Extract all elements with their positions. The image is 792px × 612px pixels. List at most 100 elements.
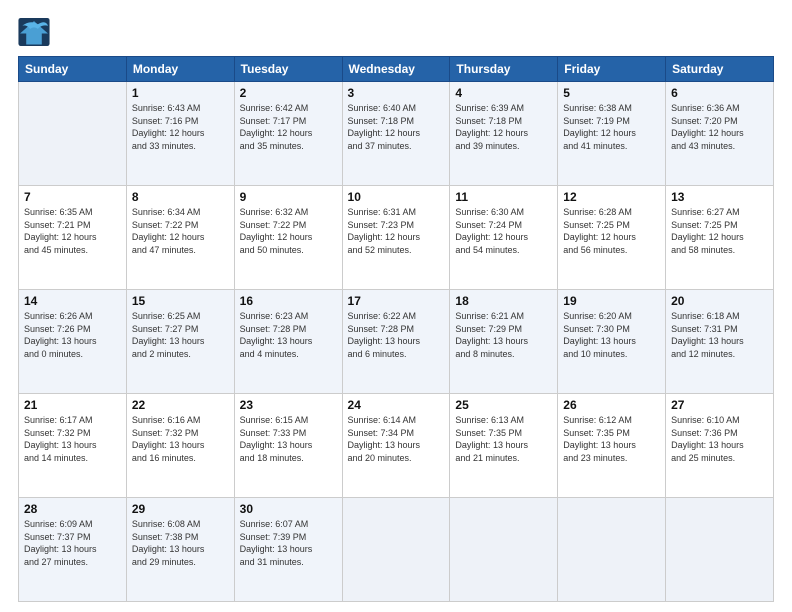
calendar-week-row: 21 Sunrise: 6:17 AMSunset: 7:32 PMDayligh… bbox=[19, 394, 774, 498]
weekday-header-row: SundayMondayTuesdayWednesdayThursdayFrid… bbox=[19, 57, 774, 82]
day-number: 7 bbox=[24, 190, 121, 204]
cell-info: Sunrise: 6:25 AMSunset: 7:27 PMDaylight:… bbox=[132, 310, 229, 360]
cell-info: Sunrise: 6:12 AMSunset: 7:35 PMDaylight:… bbox=[563, 414, 660, 464]
calendar-cell: 30Sunrise: 6:07 AMSunset: 7:39 PMDayligh… bbox=[234, 498, 342, 602]
cell-info: Sunrise: 6:32 AMSunset: 7:22 PMDaylight:… bbox=[240, 206, 337, 256]
calendar-cell bbox=[450, 498, 558, 602]
day-number: 22 bbox=[132, 398, 229, 412]
calendar-cell: 24 Sunrise: 6:14 AMSunset: 7:34 PMDayligh… bbox=[342, 394, 450, 498]
weekday-header-tuesday: Tuesday bbox=[234, 57, 342, 82]
cell-info: Sunrise: 6:34 AMSunset: 7:22 PMDaylight:… bbox=[132, 206, 229, 256]
day-number: 2 bbox=[240, 86, 337, 100]
cell-info: Sunrise: 6:31 AMSunset: 7:23 PMDaylight:… bbox=[348, 206, 445, 256]
cell-info: Sunrise: 6:14 AMSunset: 7:34 PMDaylight:… bbox=[348, 414, 445, 464]
day-number: 30 bbox=[240, 502, 337, 516]
calendar-cell: 16 Sunrise: 6:23 AMSunset: 7:28 PMDayligh… bbox=[234, 290, 342, 394]
cell-info: Sunrise: 6:17 AMSunset: 7:32 PMDaylight:… bbox=[24, 414, 121, 464]
day-number: 4 bbox=[455, 86, 552, 100]
calendar-week-row: 14Sunrise: 6:26 AMSunset: 7:26 PMDayligh… bbox=[19, 290, 774, 394]
day-number: 25 bbox=[455, 398, 552, 412]
calendar-cell: 23 Sunrise: 6:15 AMSunset: 7:33 PMDayligh… bbox=[234, 394, 342, 498]
calendar-cell: 29 Sunrise: 6:08 AMSunset: 7:38 PMDayligh… bbox=[126, 498, 234, 602]
day-number: 28 bbox=[24, 502, 121, 516]
day-number: 20 bbox=[671, 294, 768, 308]
day-number: 10 bbox=[348, 190, 445, 204]
calendar-cell: 27 Sunrise: 6:10 AMSunset: 7:36 PMDayligh… bbox=[666, 394, 774, 498]
calendar-cell: 8Sunrise: 6:34 AMSunset: 7:22 PMDaylight… bbox=[126, 186, 234, 290]
cell-info: Sunrise: 6:35 AMSunset: 7:21 PMDaylight:… bbox=[24, 206, 121, 256]
weekday-header-monday: Monday bbox=[126, 57, 234, 82]
day-number: 21 bbox=[24, 398, 121, 412]
calendar-cell: 2 Sunrise: 6:42 AMSunset: 7:17 PMDaylight… bbox=[234, 82, 342, 186]
cell-info: Sunrise: 6:21 AMSunset: 7:29 PMDaylight:… bbox=[455, 310, 552, 360]
day-number: 27 bbox=[671, 398, 768, 412]
calendar-cell: 4 Sunrise: 6:39 AMSunset: 7:18 PMDaylight… bbox=[450, 82, 558, 186]
calendar-cell: 5 Sunrise: 6:38 AMSunset: 7:19 PMDaylight… bbox=[558, 82, 666, 186]
calendar-cell: 21 Sunrise: 6:17 AMSunset: 7:32 PMDayligh… bbox=[19, 394, 127, 498]
cell-info: Sunrise: 6:38 AMSunset: 7:19 PMDaylight:… bbox=[563, 102, 660, 152]
calendar-cell: 25 Sunrise: 6:13 AMSunset: 7:35 PMDayligh… bbox=[450, 394, 558, 498]
weekday-header-saturday: Saturday bbox=[666, 57, 774, 82]
calendar-cell: 26 Sunrise: 6:12 AMSunset: 7:35 PMDayligh… bbox=[558, 394, 666, 498]
calendar-cell: 6Sunrise: 6:36 AMSunset: 7:20 PMDaylight… bbox=[666, 82, 774, 186]
cell-info: Sunrise: 6:27 AMSunset: 7:25 PMDaylight:… bbox=[671, 206, 768, 256]
day-number: 11 bbox=[455, 190, 552, 204]
weekday-header-friday: Friday bbox=[558, 57, 666, 82]
cell-info: Sunrise: 6:13 AMSunset: 7:35 PMDaylight:… bbox=[455, 414, 552, 464]
day-number: 17 bbox=[348, 294, 445, 308]
calendar-cell: 13 Sunrise: 6:27 AMSunset: 7:25 PMDayligh… bbox=[666, 186, 774, 290]
calendar-cell: 11 Sunrise: 6:30 AMSunset: 7:24 PMDayligh… bbox=[450, 186, 558, 290]
cell-info: Sunrise: 6:20 AMSunset: 7:30 PMDaylight:… bbox=[563, 310, 660, 360]
day-number: 14 bbox=[24, 294, 121, 308]
calendar-cell bbox=[558, 498, 666, 602]
day-number: 29 bbox=[132, 502, 229, 516]
day-number: 1 bbox=[132, 86, 229, 100]
day-number: 16 bbox=[240, 294, 337, 308]
cell-info: Sunrise: 6:08 AMSunset: 7:38 PMDaylight:… bbox=[132, 518, 229, 568]
cell-info: Sunrise: 6:39 AMSunset: 7:18 PMDaylight:… bbox=[455, 102, 552, 152]
calendar-cell: 28 Sunrise: 6:09 AMSunset: 7:37 PMDayligh… bbox=[19, 498, 127, 602]
weekday-header-thursday: Thursday bbox=[450, 57, 558, 82]
calendar-cell: 15Sunrise: 6:25 AMSunset: 7:27 PMDayligh… bbox=[126, 290, 234, 394]
cell-info: Sunrise: 6:42 AMSunset: 7:17 PMDaylight:… bbox=[240, 102, 337, 152]
day-number: 13 bbox=[671, 190, 768, 204]
weekday-header-wednesday: Wednesday bbox=[342, 57, 450, 82]
calendar-cell: 17Sunrise: 6:22 AMSunset: 7:28 PMDayligh… bbox=[342, 290, 450, 394]
day-number: 26 bbox=[563, 398, 660, 412]
day-number: 23 bbox=[240, 398, 337, 412]
calendar-cell: 12Sunrise: 6:28 AMSunset: 7:25 PMDayligh… bbox=[558, 186, 666, 290]
day-number: 24 bbox=[348, 398, 445, 412]
cell-info: Sunrise: 6:40 AMSunset: 7:18 PMDaylight:… bbox=[348, 102, 445, 152]
cell-info: Sunrise: 6:43 AMSunset: 7:16 PMDaylight:… bbox=[132, 102, 229, 152]
page: SundayMondayTuesdayWednesdayThursdayFrid… bbox=[0, 0, 792, 612]
calendar-cell: 19Sunrise: 6:20 AMSunset: 7:30 PMDayligh… bbox=[558, 290, 666, 394]
logo-area bbox=[18, 18, 54, 46]
calendar-cell: 10 Sunrise: 6:31 AMSunset: 7:23 PMDayligh… bbox=[342, 186, 450, 290]
calendar-week-row: 28 Sunrise: 6:09 AMSunset: 7:37 PMDayligh… bbox=[19, 498, 774, 602]
calendar-table: SundayMondayTuesdayWednesdayThursdayFrid… bbox=[18, 56, 774, 602]
calendar-cell: 3 Sunrise: 6:40 AMSunset: 7:18 PMDaylight… bbox=[342, 82, 450, 186]
calendar-cell: 18 Sunrise: 6:21 AMSunset: 7:29 PMDayligh… bbox=[450, 290, 558, 394]
header bbox=[18, 18, 774, 46]
cell-info: Sunrise: 6:16 AMSunset: 7:32 PMDaylight:… bbox=[132, 414, 229, 464]
cell-info: Sunrise: 6:23 AMSunset: 7:28 PMDaylight:… bbox=[240, 310, 337, 360]
cell-info: Sunrise: 6:09 AMSunset: 7:37 PMDaylight:… bbox=[24, 518, 121, 568]
cell-info: Sunrise: 6:15 AMSunset: 7:33 PMDaylight:… bbox=[240, 414, 337, 464]
day-number: 12 bbox=[563, 190, 660, 204]
day-number: 3 bbox=[348, 86, 445, 100]
cell-info: Sunrise: 6:10 AMSunset: 7:36 PMDaylight:… bbox=[671, 414, 768, 464]
calendar-cell: 1 Sunrise: 6:43 AMSunset: 7:16 PMDaylight… bbox=[126, 82, 234, 186]
generalblue-logo-icon bbox=[18, 18, 50, 46]
cell-info: Sunrise: 6:30 AMSunset: 7:24 PMDaylight:… bbox=[455, 206, 552, 256]
calendar-cell: 9 Sunrise: 6:32 AMSunset: 7:22 PMDaylight… bbox=[234, 186, 342, 290]
day-number: 18 bbox=[455, 294, 552, 308]
calendar-cell bbox=[666, 498, 774, 602]
calendar-cell: 20 Sunrise: 6:18 AMSunset: 7:31 PMDayligh… bbox=[666, 290, 774, 394]
weekday-header-sunday: Sunday bbox=[19, 57, 127, 82]
day-number: 9 bbox=[240, 190, 337, 204]
calendar-week-row: 7 Sunrise: 6:35 AMSunset: 7:21 PMDaylight… bbox=[19, 186, 774, 290]
cell-info: Sunrise: 6:18 AMSunset: 7:31 PMDaylight:… bbox=[671, 310, 768, 360]
cell-info: Sunrise: 6:36 AMSunset: 7:20 PMDaylight:… bbox=[671, 102, 768, 152]
day-number: 5 bbox=[563, 86, 660, 100]
calendar-cell: 22 Sunrise: 6:16 AMSunset: 7:32 PMDayligh… bbox=[126, 394, 234, 498]
